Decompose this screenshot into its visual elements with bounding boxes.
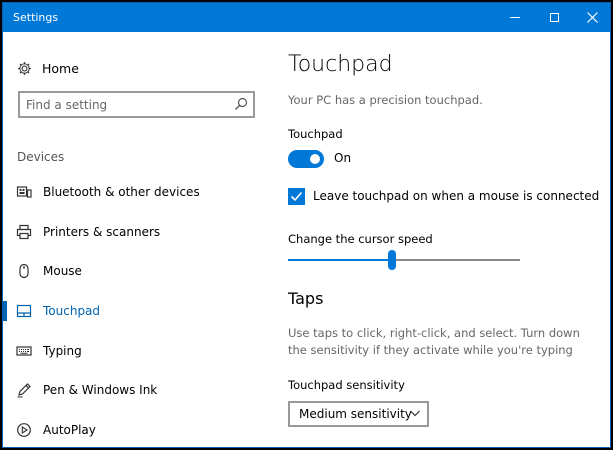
sidebar: Home Devices Bluetooth & other devices	[3, 32, 273, 447]
close-icon	[586, 12, 598, 23]
sidebar-item-label: Typing	[43, 344, 82, 358]
slider-fill	[288, 259, 392, 261]
toggle-state-text: On	[334, 151, 352, 165]
title-bar[interactable]: Settings	[3, 3, 610, 32]
minimize-icon	[510, 17, 520, 18]
sidebar-item-pen[interactable]: Pen & Windows Ink	[3, 373, 273, 407]
sensitivity-value: Medium sensitivity	[299, 407, 412, 421]
sidebar-item-bluetooth[interactable]: Bluetooth & other devices	[3, 175, 273, 209]
sidebar-item-label: Mouse	[43, 264, 82, 278]
devices-section-header: Devices	[17, 150, 65, 164]
leave-touchpad-on-label: Leave touchpad on when a mouse is connec…	[313, 189, 600, 203]
toggle-knob	[310, 154, 320, 164]
taps-description: Use taps to click, right-click, and sele…	[288, 326, 580, 357]
page-title: Touchpad	[288, 52, 393, 77]
close-button[interactable]	[572, 3, 610, 32]
precision-touchpad-note: Your PC has a precision touchpad.	[288, 93, 483, 107]
slider-track	[392, 259, 520, 261]
minimize-button[interactable]	[495, 3, 535, 32]
checkmark-icon	[290, 191, 303, 202]
sidebar-item-label: Pen & Windows Ink	[43, 383, 158, 397]
mouse-icon	[19, 263, 29, 279]
sidebar-item-typing[interactable]: Typing	[3, 334, 273, 368]
gear-icon	[18, 61, 31, 75]
sidebar-item-label: AutoPlay	[43, 423, 96, 437]
home-link[interactable]: Home	[17, 58, 79, 78]
autoplay-icon	[17, 423, 31, 437]
slider-thumb[interactable]	[388, 250, 396, 270]
sidebar-item-label: Bluetooth & other devices	[43, 185, 200, 199]
window-title: Settings	[13, 11, 59, 24]
sidebar-item-label: Printers & scanners	[43, 225, 161, 239]
sensitivity-dropdown[interactable]: Medium sensitivity	[288, 401, 429, 427]
keyboard-icon	[16, 346, 32, 356]
pen-icon	[17, 383, 31, 398]
sidebar-item-touchpad[interactable]: Touchpad	[3, 294, 273, 328]
search-input[interactable]	[26, 96, 226, 114]
touchpad-toggle-label: Touchpad	[288, 127, 343, 141]
maximize-button[interactable]	[534, 3, 574, 32]
bluetooth-devices-icon	[16, 186, 32, 198]
chevron-down-icon	[410, 410, 420, 417]
touchpad-icon	[16, 304, 32, 318]
touchpad-toggle[interactable]	[288, 150, 324, 168]
settings-window: Settings Home Find a setting Devices Blu…	[2, 2, 611, 448]
sidebar-item-mouse[interactable]: Mouse	[3, 254, 273, 288]
main-content: Touchpad Your PC has a precision touchpa…	[288, 32, 608, 447]
search-icon	[235, 97, 248, 110]
sidebar-item-label: Touchpad	[43, 304, 101, 318]
sidebar-item-autoplay[interactable]: AutoPlay	[3, 413, 273, 447]
cursor-speed-slider[interactable]	[288, 248, 520, 272]
cursor-speed-label: Change the cursor speed	[288, 232, 433, 246]
maximize-icon	[549, 13, 559, 22]
sidebar-item-printers[interactable]: Printers & scanners	[3, 215, 273, 249]
leave-touchpad-on-checkbox[interactable]	[288, 188, 305, 205]
taps-section-title: Taps	[288, 289, 324, 308]
search-box[interactable]	[18, 91, 255, 118]
printer-icon	[16, 224, 32, 240]
sensitivity-label: Touchpad sensitivity	[288, 378, 405, 392]
home-label: Home	[42, 60, 79, 76]
